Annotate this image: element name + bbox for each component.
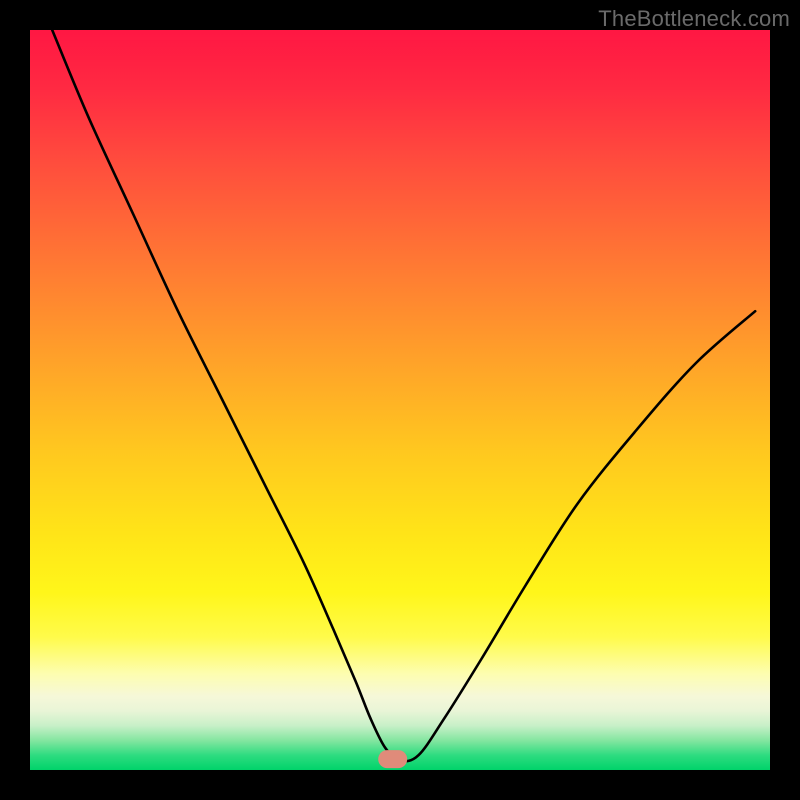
watermark-text: TheBottleneck.com [598,6,790,32]
chart-frame: TheBottleneck.com [0,0,800,800]
optimum-marker [378,750,408,768]
plot-area [30,30,770,770]
bottleneck-curve [30,30,770,770]
